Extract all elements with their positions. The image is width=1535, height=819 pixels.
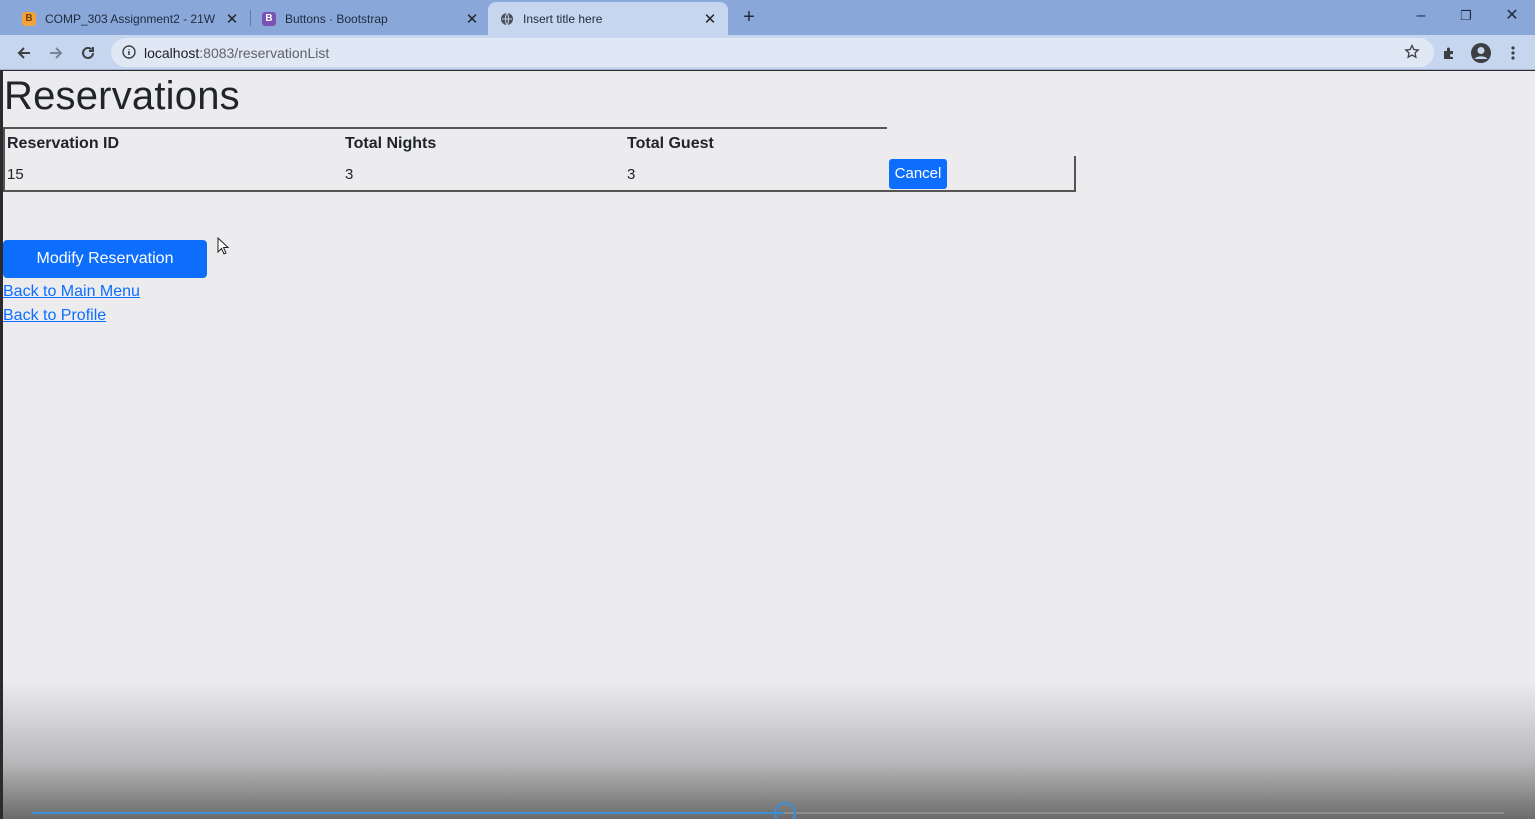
tab-bootstrap[interactable]: B Buttons · Bootstrap ✕ [240,2,490,35]
info-icon[interactable] [122,45,136,64]
back-icon[interactable] [12,41,36,65]
close-window-icon[interactable]: ✕ [1497,4,1527,28]
bootstrap-icon: B [262,11,276,26]
close-tab-icon[interactable]: ✕ [702,10,718,28]
reload-icon[interactable] [76,41,100,65]
profile-icon[interactable] [1469,41,1493,65]
tab-title: Buttons · Bootstrap [285,11,388,26]
bookmark-star-icon[interactable] [1404,43,1420,65]
browser-toolbar: localhost:8083/reservationList [0,35,1535,70]
new-tab-icon[interactable]: + [738,6,760,28]
restore-icon[interactable]: ❐ [1451,4,1481,28]
close-tab-icon[interactable]: ✕ [464,10,480,28]
page-content: Reservations Reservation ID Total Nights… [3,71,1535,819]
tab-title: Insert title here [523,11,603,26]
back-to-profile-link[interactable]: Back to Profile [3,307,106,325]
column-header-reservation-id: Reservation ID [7,135,120,152]
column-header-total-guest: Total Guest [627,135,714,152]
tab-title: COMP_303 Assignment2 - 21W [45,11,216,26]
page-title: Reservations [4,74,240,118]
cell-reservation-id: 15 [7,166,24,183]
blackboard-icon: B [22,11,36,26]
extensions-icon[interactable] [1437,41,1461,65]
menu-kebab-icon[interactable] [1501,41,1525,65]
table-left-border [3,127,5,192]
address-bar[interactable]: localhost:8083/reservationList [111,38,1434,67]
mouse-cursor-icon [217,236,230,260]
cell-total-guest: 3 [627,166,636,183]
table-bottom-border [3,190,1076,192]
url-text: localhost:8083/reservationList [144,45,329,61]
tab-insert-title[interactable]: Insert title here ✕ [488,2,728,35]
cancel-button[interactable]: Cancel [889,159,947,189]
minimize-icon[interactable]: – [1406,4,1436,28]
modify-reservation-button[interactable]: Modify Reservation [3,240,207,278]
url-path: :8083/reservationList [199,45,330,61]
table-right-border [1074,156,1076,192]
back-to-main-menu-link[interactable]: Back to Main Menu [3,283,140,301]
close-tab-icon[interactable]: ✕ [224,10,240,28]
forward-icon[interactable] [44,41,68,65]
tab-strip: B COMP_303 Assignment2 - 21W ✕ B Buttons… [0,0,1535,35]
video-progress [32,812,784,814]
tab-assignment[interactable]: B COMP_303 Assignment2 - 21W ✕ [0,2,250,35]
cell-total-nights: 3 [345,166,354,183]
url-host: localhost [144,45,200,61]
globe-icon [500,12,514,26]
video-seek-handle[interactable] [774,802,796,819]
column-header-total-nights: Total Nights [345,135,437,152]
table-top-border [3,127,887,129]
